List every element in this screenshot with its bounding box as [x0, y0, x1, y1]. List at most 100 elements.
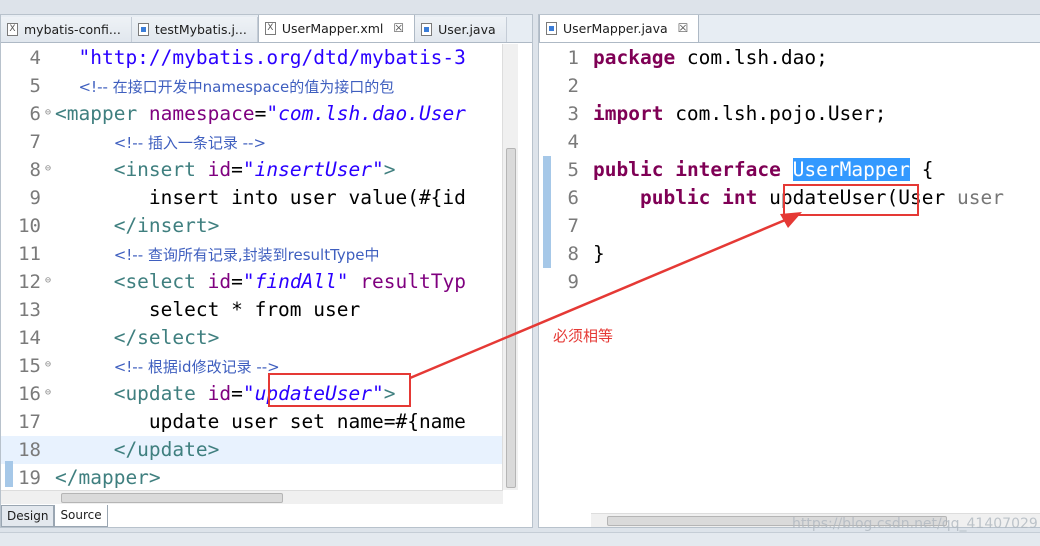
code-line[interactable]: 17 update user set name=#{name: [1, 408, 502, 436]
editor-tab[interactable]: User.java: [415, 17, 507, 42]
code-line[interactable]: 6 public int updateUser(User user: [539, 184, 1040, 212]
code-line[interactable]: 6 ⊖ <mapper namespace="com.lsh.dao.User: [1, 100, 502, 128]
line-number: 9: [567, 271, 579, 293]
code-text: public int updateUser(User user: [593, 184, 1004, 212]
code-line[interactable]: 19 </mapper>: [1, 464, 502, 492]
line-number: 4: [29, 47, 41, 69]
fold-gutter: [583, 128, 593, 156]
code-text: <update id="updateUser">: [55, 380, 396, 408]
code-line[interactable]: 1 package com.lsh.dao;: [539, 44, 1040, 72]
editor-tab[interactable]: X UserMapper.xml ☒: [257, 15, 416, 42]
fold-gutter: [583, 212, 593, 240]
code-token: <!-- 根据id修改记录 -->: [113, 358, 280, 376]
code-line[interactable]: 9: [539, 268, 1040, 296]
fold-toggle-icon[interactable]: ⊖: [45, 380, 55, 408]
fold-gutter: [45, 44, 55, 72]
line-number: 8: [29, 159, 41, 181]
code-text: </insert>: [55, 212, 220, 240]
fold-gutter: [45, 184, 55, 212]
editor-tab[interactable]: testMybatis.j...: [131, 17, 258, 42]
fold-gutter: [583, 184, 593, 212]
close-tab-icon[interactable]: ☒: [678, 21, 689, 35]
code-token: int: [722, 186, 758, 209]
xml-editor-pane: Xmybatis-confi... testMybatis.j... X UserMa…: [0, 14, 533, 528]
code-line[interactable]: 10 </insert>: [1, 212, 502, 240]
change-marker: [543, 156, 551, 268]
code-token: </update>: [113, 438, 220, 461]
code-text: public interface UserMapper {: [593, 156, 934, 184]
fold-toggle-icon[interactable]: ⊖: [45, 268, 55, 296]
code-line[interactable]: 16 ⊖ <update id="updateUser">: [1, 380, 502, 408]
code-token: com.lsh.pojo.User;: [663, 102, 887, 125]
code-token: <!-- 在接口开发中namespace的值为接口的包: [78, 78, 395, 96]
code-text: <!-- 在接口开发中namespace的值为接口的包: [55, 72, 394, 100]
editor-tab-label: UserMapper.java: [563, 20, 668, 36]
xml-code-area[interactable]: 4 "http://mybatis.org/dtd/mybatis-3 5 <!-…: [1, 44, 502, 504]
fold-gutter: [45, 464, 55, 492]
code-token: update user set name=#{name: [55, 410, 466, 433]
line-number: 17: [18, 411, 41, 433]
code-text: </select>: [55, 324, 220, 352]
code-token: interface: [675, 158, 781, 181]
editor-tab[interactable]: Xmybatis-confi...: [1, 17, 132, 42]
fold-toggle-icon[interactable]: ⊖: [45, 100, 55, 128]
vertical-scrollbar[interactable]: [502, 44, 518, 490]
fold-gutter: [45, 72, 55, 100]
fold-gutter: [45, 324, 55, 352]
code-token: </insert>: [113, 214, 220, 237]
fold-gutter: [45, 408, 55, 436]
code-line[interactable]: 11 <!-- 查询所有记录,封装到resultType中: [1, 240, 502, 268]
code-token: package: [593, 46, 676, 69]
editor-tab-label: UserMapper.xml: [281, 20, 384, 36]
status-strip: [0, 532, 1040, 546]
code-line[interactable]: 2: [539, 72, 1040, 100]
code-line[interactable]: 3 import com.lsh.pojo.User;: [539, 100, 1040, 128]
close-tab-icon[interactable]: ☒: [393, 21, 404, 35]
code-token: >: [383, 158, 396, 181]
fold-toggle-icon[interactable]: ⊖: [45, 156, 55, 184]
code-text: package com.lsh.dao;: [593, 44, 828, 72]
scrollbar-thumb[interactable]: [61, 493, 283, 503]
code-line[interactable]: 14 </select>: [1, 324, 502, 352]
code-text: <!-- 查询所有记录,封装到resultType中: [55, 240, 380, 268]
code-token: =: [231, 158, 243, 181]
scrollbar-thumb[interactable]: [506, 148, 516, 488]
line-number: 13: [18, 299, 41, 321]
code-line[interactable]: 8 ⊖ <insert id="insertUser">: [1, 156, 502, 184]
java-code-area[interactable]: 1 package com.lsh.dao; 2 3 import com.lsh.po…: [539, 44, 1040, 498]
code-token: "updateUser": [242, 382, 384, 405]
code-token: "insertUser": [242, 158, 384, 181]
code-line[interactable]: 9 insert into user value(#{id: [1, 184, 502, 212]
fold-gutter: [583, 268, 593, 296]
horizontal-scrollbar[interactable]: [1, 490, 503, 504]
code-line[interactable]: 13 select * from user: [1, 296, 502, 324]
editor-mode-tab-design[interactable]: Design: [1, 505, 55, 527]
code-line[interactable]: 8}: [539, 240, 1040, 268]
watermark: https://blog.csdn.net/qq_41407029: [792, 516, 1038, 532]
code-line[interactable]: 5 public interface UserMapper {: [539, 156, 1040, 184]
code-line[interactable]: 15 ⊖ <!-- 根据id修改记录 -->: [1, 352, 502, 380]
fold-toggle-icon[interactable]: ⊖: [45, 352, 55, 380]
code-token: "com.lsh.dao.User: [266, 102, 466, 125]
code-line[interactable]: 12 ⊖ <select id="findAll" resultTyp: [1, 268, 502, 296]
xml-file-icon: X: [264, 21, 276, 35]
code-line[interactable]: 7: [539, 212, 1040, 240]
code-line[interactable]: 7 <!-- 插入一条记录 -->: [1, 128, 502, 156]
code-text: </mapper>: [55, 464, 161, 492]
current-line-marker: [5, 461, 13, 487]
line-number: 7: [29, 131, 41, 153]
code-line[interactable]: 5 <!-- 在接口开发中namespace的值为接口的包: [1, 72, 502, 100]
code-line[interactable]: 18 </update>: [1, 436, 502, 464]
code-text: insert into user value(#{id: [55, 184, 466, 212]
code-line[interactable]: 4 "http://mybatis.org/dtd/mybatis-3: [1, 44, 502, 72]
code-token: "findAll": [242, 270, 349, 293]
code-token: <update: [113, 382, 208, 405]
editor-mode-tab-source[interactable]: Source: [54, 505, 108, 527]
code-token: user: [957, 186, 1004, 209]
code-text: <mapper namespace="com.lsh.dao.User: [55, 100, 466, 128]
code-line[interactable]: 4: [539, 128, 1040, 156]
editor-tab[interactable]: UserMapper.java ☒: [539, 15, 700, 42]
